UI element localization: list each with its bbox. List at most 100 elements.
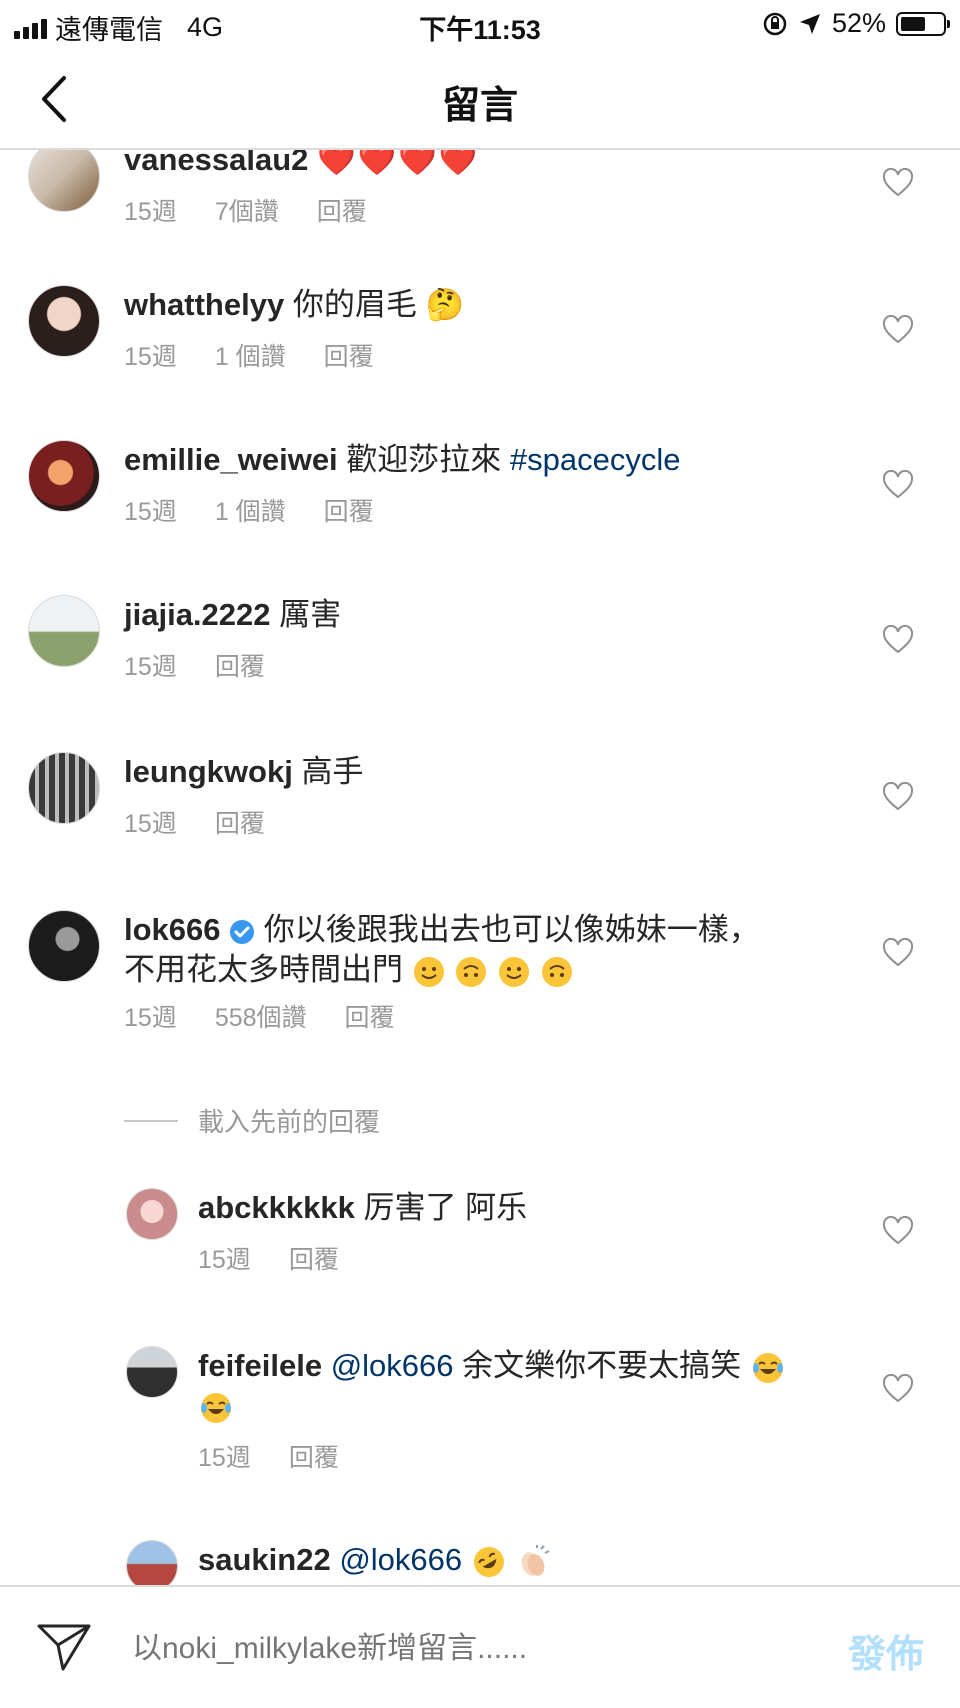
reply-text: saukin22 @lok666 [198, 1540, 551, 1580]
comment-time: 15週 [124, 1004, 177, 1032]
avatar[interactable] [28, 440, 100, 512]
comment-item: jiajia.2222 厲害 15週 回覆 [0, 595, 960, 745]
upside-down-emoji-icon [541, 956, 572, 987]
comment-body: 厲害 [279, 597, 342, 632]
reply-button[interactable]: 回覆 [345, 998, 395, 1034]
reply-body: 厉害了 阿乐 [363, 1190, 528, 1225]
battery-icon [896, 11, 950, 36]
reply-button[interactable]: 回覆 [289, 1438, 339, 1474]
avatar[interactable] [28, 910, 100, 982]
reply-meta: 15週 回覆 [198, 1438, 377, 1474]
avatar[interactable] [28, 150, 100, 212]
comment-item: vanessalau2 ❤️❤️❤️❤️ 15週 7個讚 回覆 [0, 150, 960, 290]
orientation-lock-icon [763, 12, 787, 35]
reply-username[interactable]: feifeilele [198, 1348, 322, 1383]
comment-meta: 15週 回覆 [124, 804, 303, 840]
load-previous-replies[interactable]: 載入先前的回覆 [124, 1102, 380, 1139]
comment-username[interactable]: vanessalau2 [124, 150, 308, 177]
tears-of-joy-emoji-icon [752, 1352, 783, 1383]
heart-icon[interactable] [882, 938, 914, 968]
nav-bar: 留言 [0, 50, 960, 150]
comment-emoji: ❤️❤️❤️❤️ [317, 150, 480, 177]
upside-down-emoji-icon [456, 956, 487, 987]
comment-likes[interactable]: 558個讚 [215, 998, 307, 1034]
comment-text: whatthelyy 你的眉毛 🤔 [124, 285, 464, 325]
reply-username[interactable]: saukin22 [198, 1542, 331, 1577]
comment-text: jiajia.2222 厲害 [124, 595, 341, 635]
heart-icon[interactable] [882, 1216, 914, 1246]
comment-likes[interactable]: 1 個讚 [215, 337, 286, 373]
comment-meta: 15週 1 個讚 回覆 [124, 492, 412, 528]
reply-button[interactable]: 回覆 [215, 804, 265, 840]
comment-body-line2: 不用花太多時間出門 [124, 952, 403, 987]
reply-button[interactable]: 回覆 [215, 647, 265, 683]
comment-time: 15週 [124, 810, 177, 838]
slightly-smiling-emoji-icon [413, 956, 444, 987]
comment-body: 歡迎莎拉來 [346, 442, 502, 477]
load-previous-label[interactable]: 載入先前的回覆 [198, 1102, 380, 1139]
reply-item: saukin22 @lok666 [0, 1540, 960, 1585]
comment-username[interactable]: lok666 [124, 912, 221, 947]
comment-username[interactable]: whatthelyy [124, 287, 284, 322]
comment-text: lok666 你以後跟我出去也可以像姊妹一樣， 不用花太多時間出門 [124, 910, 804, 990]
status-right: 52% [762, 8, 950, 39]
mention-link[interactable]: @lok666 [331, 1348, 454, 1383]
comments-list[interactable]: vanessalau2 ❤️❤️❤️❤️ 15週 7個讚 回覆 whatthel… [0, 150, 960, 1585]
comment-text: leungkwokj 高手 [124, 752, 363, 792]
reply-button[interactable]: 回覆 [324, 492, 374, 528]
reply-button[interactable]: 回覆 [324, 337, 374, 373]
reply-time: 15週 [198, 1444, 251, 1472]
hashtag-link[interactable]: #spacecycle [510, 442, 681, 477]
avatar[interactable] [28, 595, 100, 667]
reply-time: 15週 [198, 1246, 251, 1274]
page-title: 留言 [441, 85, 518, 127]
reply-body: 余文樂你不要太搞笑 [462, 1348, 742, 1383]
reply-text: abckkkkkk 厉害了 阿乐 [198, 1188, 527, 1228]
heart-icon[interactable] [882, 625, 914, 655]
direct-send-icon[interactable] [36, 1621, 92, 1673]
comment-meta: 15週 回覆 [124, 647, 303, 683]
divider [124, 1119, 178, 1122]
location-arrow-icon [799, 13, 820, 34]
thinking-emoji: 🤔 [425, 287, 465, 322]
comment-item: lok666 你以後跟我出去也可以像姊妹一樣， 不用花太多時間出門 15週 55… [0, 910, 960, 1080]
avatar[interactable] [126, 1540, 178, 1585]
comment-item: emillie_weiwei 歡迎莎拉來 #spacecycle 15週 1 個… [0, 440, 960, 590]
comment-body: 高手 [301, 754, 364, 789]
tears-of-joy-emoji-icon [201, 1392, 231, 1423]
slightly-smiling-emoji-icon [498, 956, 529, 987]
reply-text: feifeilele @lok666 余文樂你不要太搞笑 [198, 1346, 838, 1426]
heart-icon[interactable] [882, 168, 914, 198]
avatar[interactable] [28, 285, 100, 357]
avatar[interactable] [28, 752, 100, 824]
comment-time: 15週 [124, 498, 177, 526]
reply-button[interactable]: 回覆 [289, 1240, 339, 1276]
mention-link[interactable]: @lok666 [339, 1542, 462, 1577]
reply-meta: 15週 回覆 [198, 1240, 377, 1276]
comment-username[interactable]: leungkwokj [124, 754, 293, 789]
comment-likes[interactable]: 7個讚 [215, 192, 279, 228]
comment-item: whatthelyy 你的眉毛 🤔 15週 1 個讚 回覆 [0, 285, 960, 435]
heart-icon[interactable] [882, 1374, 914, 1404]
comment-composer: 發佈 [0, 1585, 960, 1708]
comment-username[interactable]: emillie_weiwei [124, 442, 338, 477]
avatar[interactable] [126, 1346, 178, 1398]
comment-likes[interactable]: 1 個讚 [215, 492, 286, 528]
reply-button[interactable]: 回覆 [317, 192, 367, 228]
comment-input[interactable] [132, 1627, 772, 1671]
comment-body-line1: 你以後跟我出去也可以像姊妹一樣， [263, 912, 760, 947]
avatar[interactable] [126, 1188, 178, 1240]
rolling-laughing-emoji-icon [473, 1546, 504, 1577]
comment-meta: 15週 1 個讚 回覆 [124, 337, 412, 373]
post-button[interactable]: 發佈 [848, 1623, 924, 1678]
clapping-hands-emoji-icon [522, 1544, 550, 1576]
comment-time: 15週 [124, 198, 177, 226]
comment-text: emillie_weiwei 歡迎莎拉來 #spacecycle [124, 440, 681, 480]
reply-username[interactable]: abckkkkkk [198, 1190, 355, 1225]
comment-item: leungkwokj 高手 15週 回覆 [0, 752, 960, 902]
heart-icon[interactable] [882, 470, 914, 500]
comment-meta: 15週 7個讚 回覆 [124, 192, 405, 228]
heart-icon[interactable] [882, 782, 914, 812]
comment-username[interactable]: jiajia.2222 [124, 597, 271, 632]
heart-icon[interactable] [882, 315, 914, 345]
